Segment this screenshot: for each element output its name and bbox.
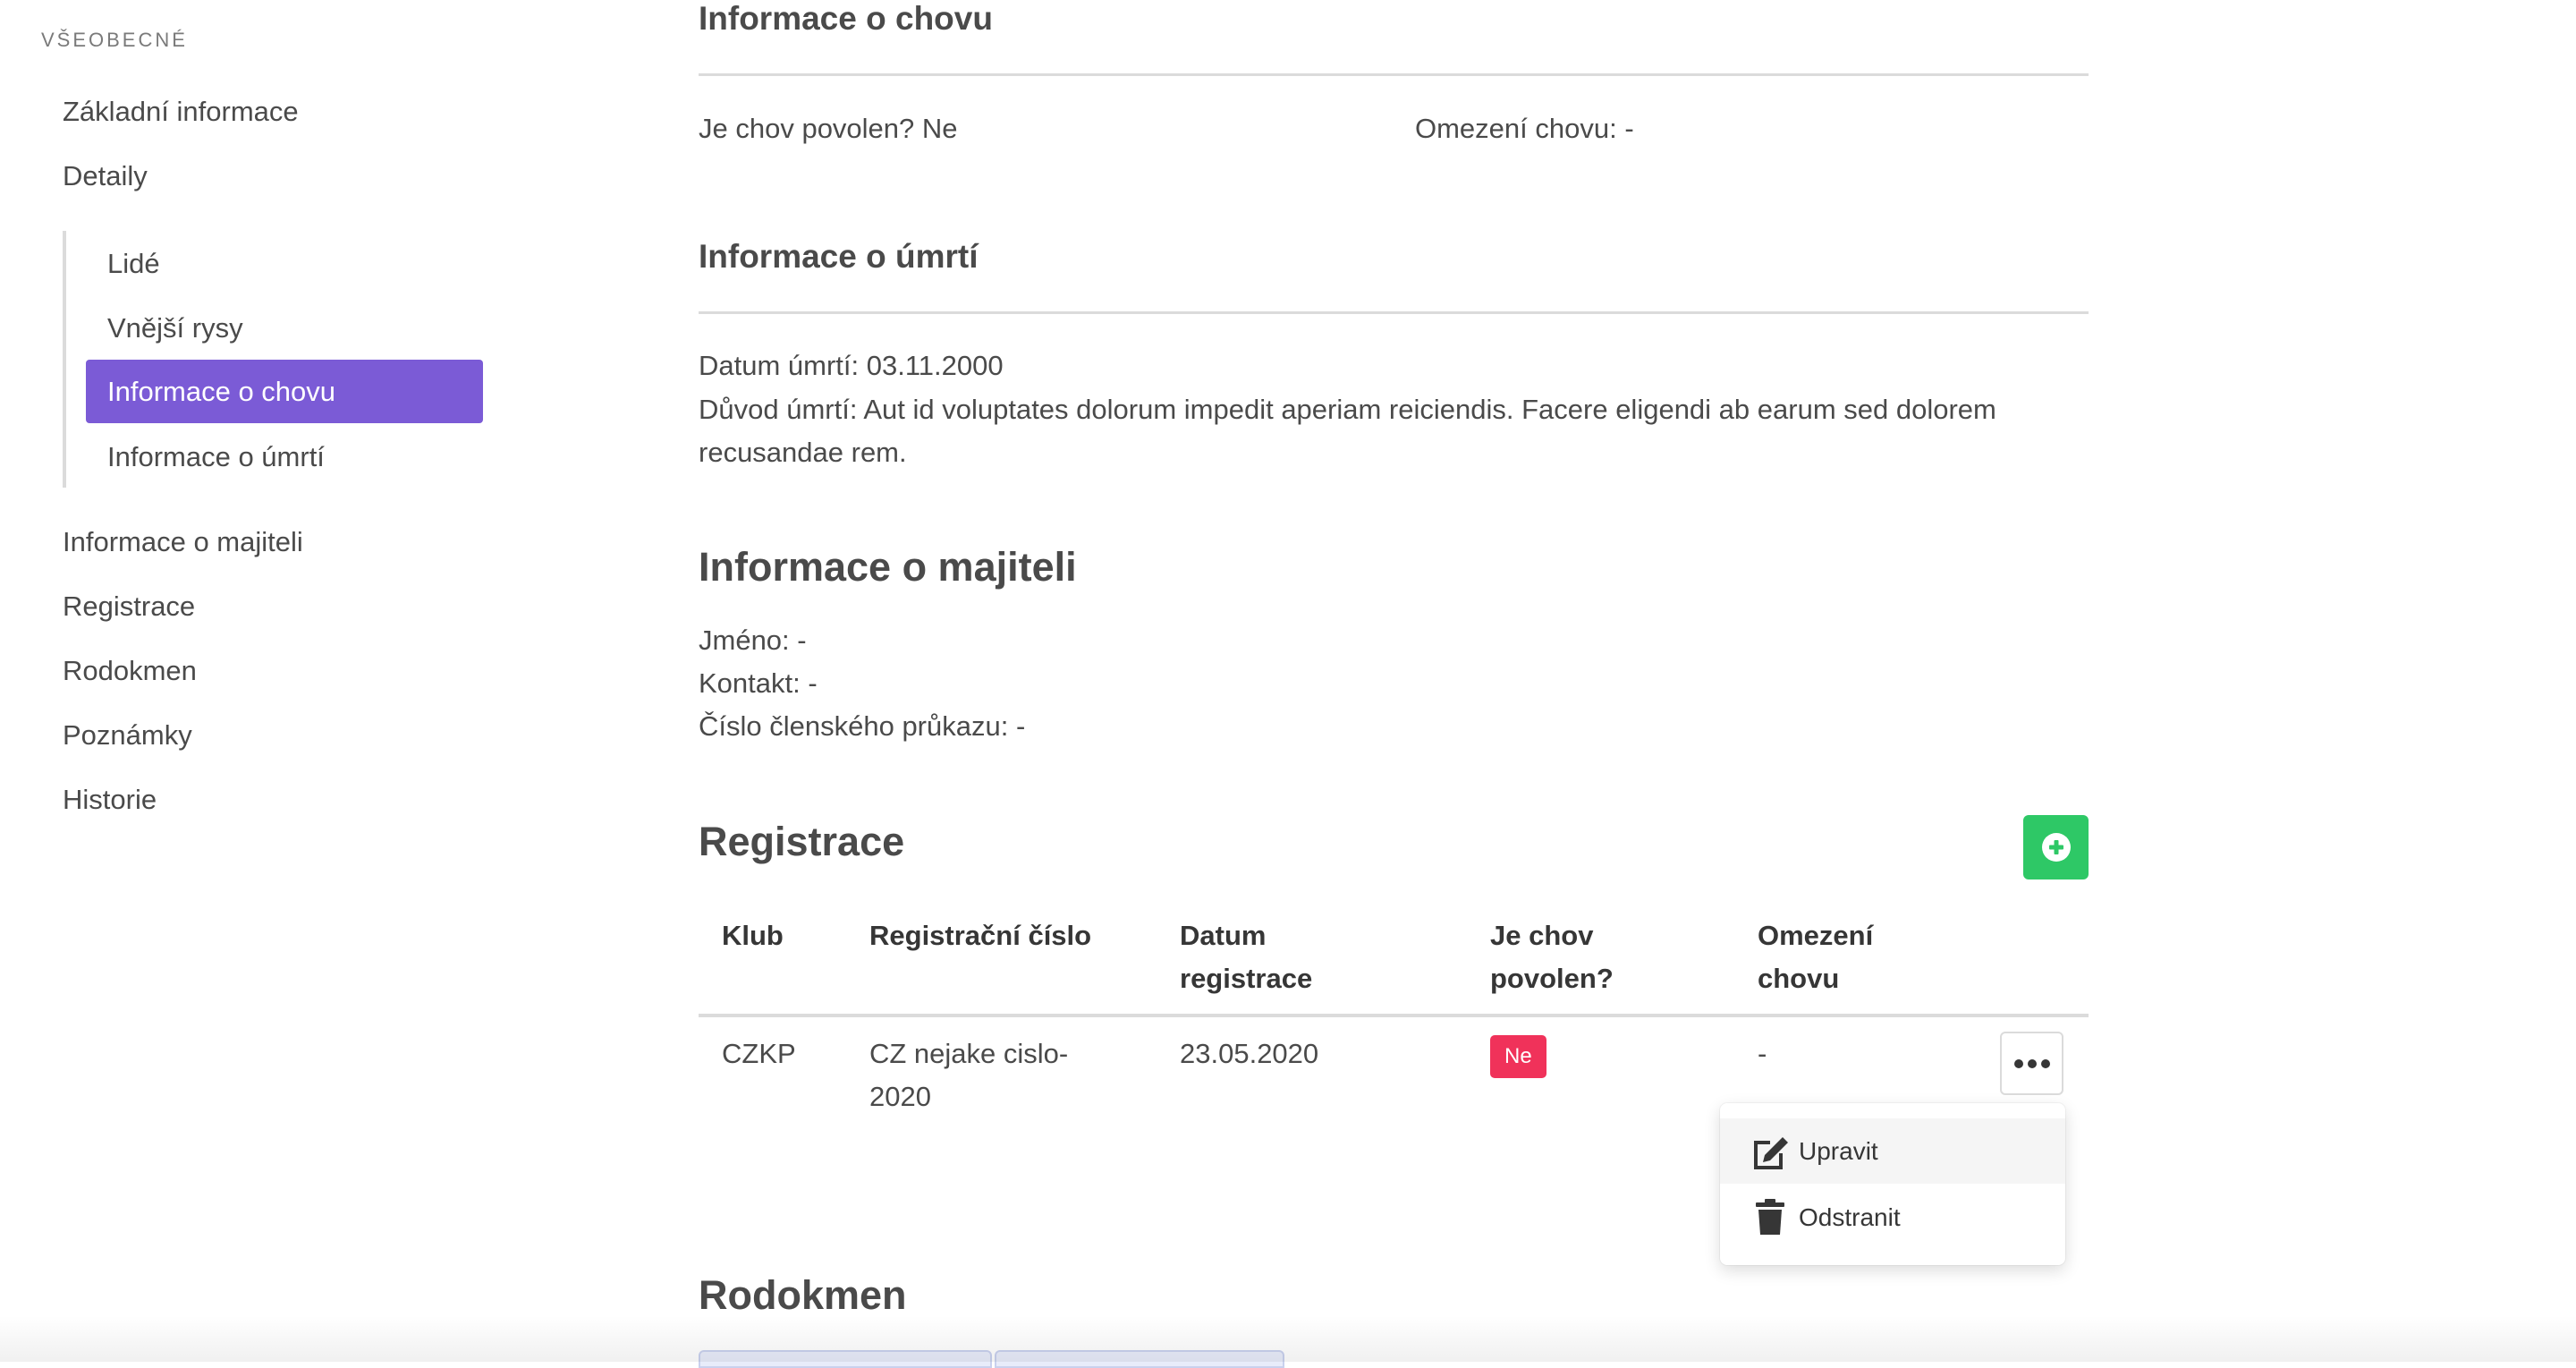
sidebar-subitem-people[interactable]: Lidé [86,232,483,295]
column-header-reg-date: Datum registrace [1180,920,1313,994]
more-dots-icon [2013,1058,2050,1068]
bottom-shadow [0,1315,2576,1362]
row-actions-button[interactable] [2000,1032,2063,1095]
sidebar-item-registration[interactable]: Registrace [63,591,195,623]
divider [699,311,2089,314]
pedigree-tab[interactable] [699,1350,992,1368]
row-actions-dropdown: Upravit Odstranit [1720,1103,2065,1265]
death-section-title: Informace o úmrtí [699,238,979,275]
sidebar-item-basic-info[interactable]: Základní informace [63,96,299,128]
column-header-restriction: Omezení chovu [1758,920,1874,994]
sidebar-item-pedigree[interactable]: Rodokmen [63,655,197,687]
owner-name-text: Jméno: - [699,625,807,656]
trash-icon [1750,1198,1790,1237]
menu-label: VŠEOBECNÉ [41,29,188,51]
breeding-section-title: Informace o chovu [699,0,993,37]
sidebar-item-owner-info[interactable]: Informace o majiteli [63,526,303,558]
owner-contact-text: Kontakt: - [699,667,818,699]
breeding-restriction-text: Omezení chovu: - [1415,113,1634,144]
death-date-text: Datum úmrtí: 03.11.2000 [699,350,1004,381]
registration-section-title: Registrace [699,819,905,864]
column-header-club: Klub [722,920,784,951]
plus-circle-icon [2041,833,2071,862]
cell-reg-date: 23.05.2020 [1180,1038,1319,1069]
sidebar-subitem-breeding-info[interactable]: Informace o chovu [86,360,483,423]
status-badge: Ne [1490,1035,1546,1078]
edit-icon [1750,1132,1790,1171]
pedigree-tab[interactable] [995,1350,1284,1368]
subnav-rail [63,231,66,488]
dropdown-item-edit[interactable]: Upravit [1720,1118,2065,1184]
pedigree-section-title: Rodokmen [699,1272,907,1318]
breeding-allowed-text: Je chov povolen? Ne [699,113,958,144]
cell-club: CZKP [722,1038,796,1069]
cell-reg-number: CZ nejake cislo- 2020 [869,1038,1069,1112]
cell-restriction: - [1758,1038,1767,1069]
sidebar-item-notes[interactable]: Poznámky [63,719,192,752]
divider [699,73,2089,76]
dropdown-item-delete[interactable]: Odstranit [1720,1185,2065,1250]
owner-section-title: Informace o majiteli [699,544,1077,590]
sidebar-subitem-appearance[interactable]: Vnější rysy [86,296,483,360]
column-header-reg-number: Registrační číslo [869,920,1092,951]
sidebar-item-history[interactable]: Historie [63,784,157,816]
column-header-breeding-allowed: Je chov povolen? [1490,920,1614,994]
sidebar-subitem-death-info[interactable]: Informace o úmrtí [86,425,483,489]
add-registration-button[interactable] [2023,815,2089,879]
owner-card-text: Číslo členského průkazu: - [699,710,1026,742]
sidebar-item-details[interactable]: Detaily [63,160,148,192]
death-reason-text: Důvod úmrtí: Aut id voluptates dolorum i… [699,394,1996,468]
table-header-divider [699,1014,2089,1017]
